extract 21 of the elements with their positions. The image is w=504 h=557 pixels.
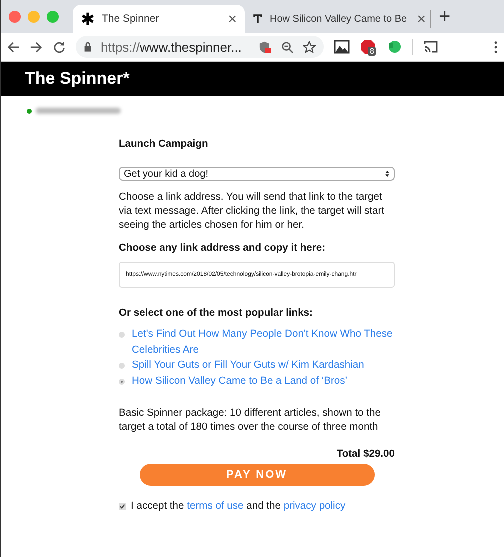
browser-tab[interactable]: The Spinner ×	[73, 5, 245, 33]
article-link[interactable]: How Silicon Valley Came to Be a Land of ‘Bros’	[132, 374, 348, 389]
campaign-select[interactable]: Get your kid a dog!	[119, 167, 395, 181]
browser-tab[interactable]: How Silicon Valley Came to Be ×	[245, 10, 431, 28]
form-heading: Launch Campaign	[119, 139, 210, 150]
address-bar[interactable]: https://www.thespinner...	[76, 36, 324, 58]
total-price: Total $29.00	[336, 449, 395, 460]
site-title: The Spinner*	[25, 69, 130, 89]
popular-links-label: Or select one of the most popular links:	[119, 308, 314, 319]
close-tab-icon[interactable]: ×	[228, 10, 237, 28]
package-description: Basic Spinner package: 10 different articles, shown to the target a total of 180 times over the course of three month	[119, 407, 382, 435]
extension-badge: 8	[368, 47, 376, 56]
accept-terms-text: I accept the terms of use and the privacy policy	[131, 501, 346, 512]
terms-link[interactable]: terms of use	[187, 501, 244, 512]
close-tab-icon[interactable]: ×	[417, 10, 426, 28]
link-label: Choose any link address and copy it here:	[119, 243, 327, 254]
privacy-link[interactable]: privacy policy	[284, 501, 346, 512]
intro-text: Choose a link address. You will send that link to the target via text message. After clicking the link, the target will start seeing the articles chosen for him or her.	[119, 191, 386, 233]
article-link[interactable]: Let's Find Out How Many People Don't Know Who These Celebrities Are	[132, 327, 395, 358]
new-tab-button[interactable]: +	[439, 6, 451, 29]
article-link[interactable]: Spill Your Guts or Fill Your Guts w/ Kim Kardashian	[132, 358, 364, 374]
